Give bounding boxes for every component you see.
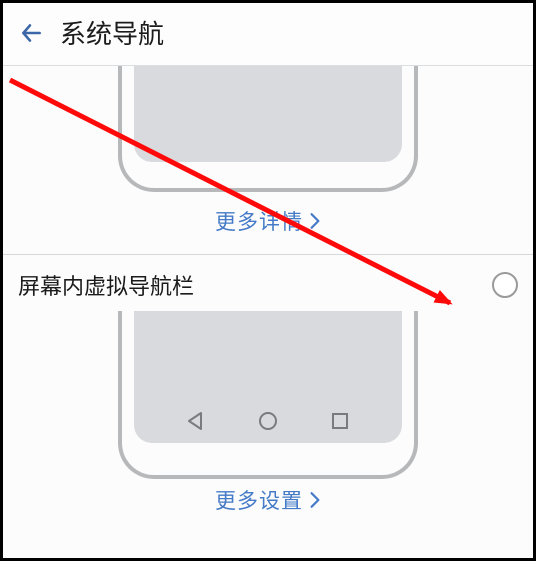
more-settings-link[interactable]: 更多设置 [18, 471, 518, 533]
content-area: 更多详情 屏幕内虚拟导航栏 [0, 66, 536, 561]
more-details-label: 更多详情 [215, 206, 303, 236]
option-navbar-row[interactable]: 屏幕内虚拟导航栏 [18, 255, 518, 305]
preview-gesture [18, 72, 518, 192]
radio-navbar[interactable] [492, 272, 518, 298]
chevron-right-icon [309, 491, 321, 509]
square-recent-icon [328, 409, 352, 433]
chevron-right-icon [309, 212, 321, 230]
circle-home-icon [256, 409, 280, 433]
back-arrow-icon[interactable] [12, 14, 50, 52]
option-section-gesture: 更多详情 [0, 72, 536, 254]
preview-navbar [18, 311, 518, 471]
triangle-back-icon [184, 409, 208, 433]
header-bar: 系统导航 [0, 0, 536, 66]
option-section-navbar: 屏幕内虚拟导航栏 [0, 255, 536, 533]
page-title: 系统导航 [60, 14, 164, 51]
more-settings-label: 更多设置 [215, 485, 303, 515]
more-details-link[interactable]: 更多详情 [18, 192, 518, 254]
option-navbar-label: 屏幕内虚拟导航栏 [18, 269, 194, 301]
nav-icons-row [134, 409, 402, 433]
